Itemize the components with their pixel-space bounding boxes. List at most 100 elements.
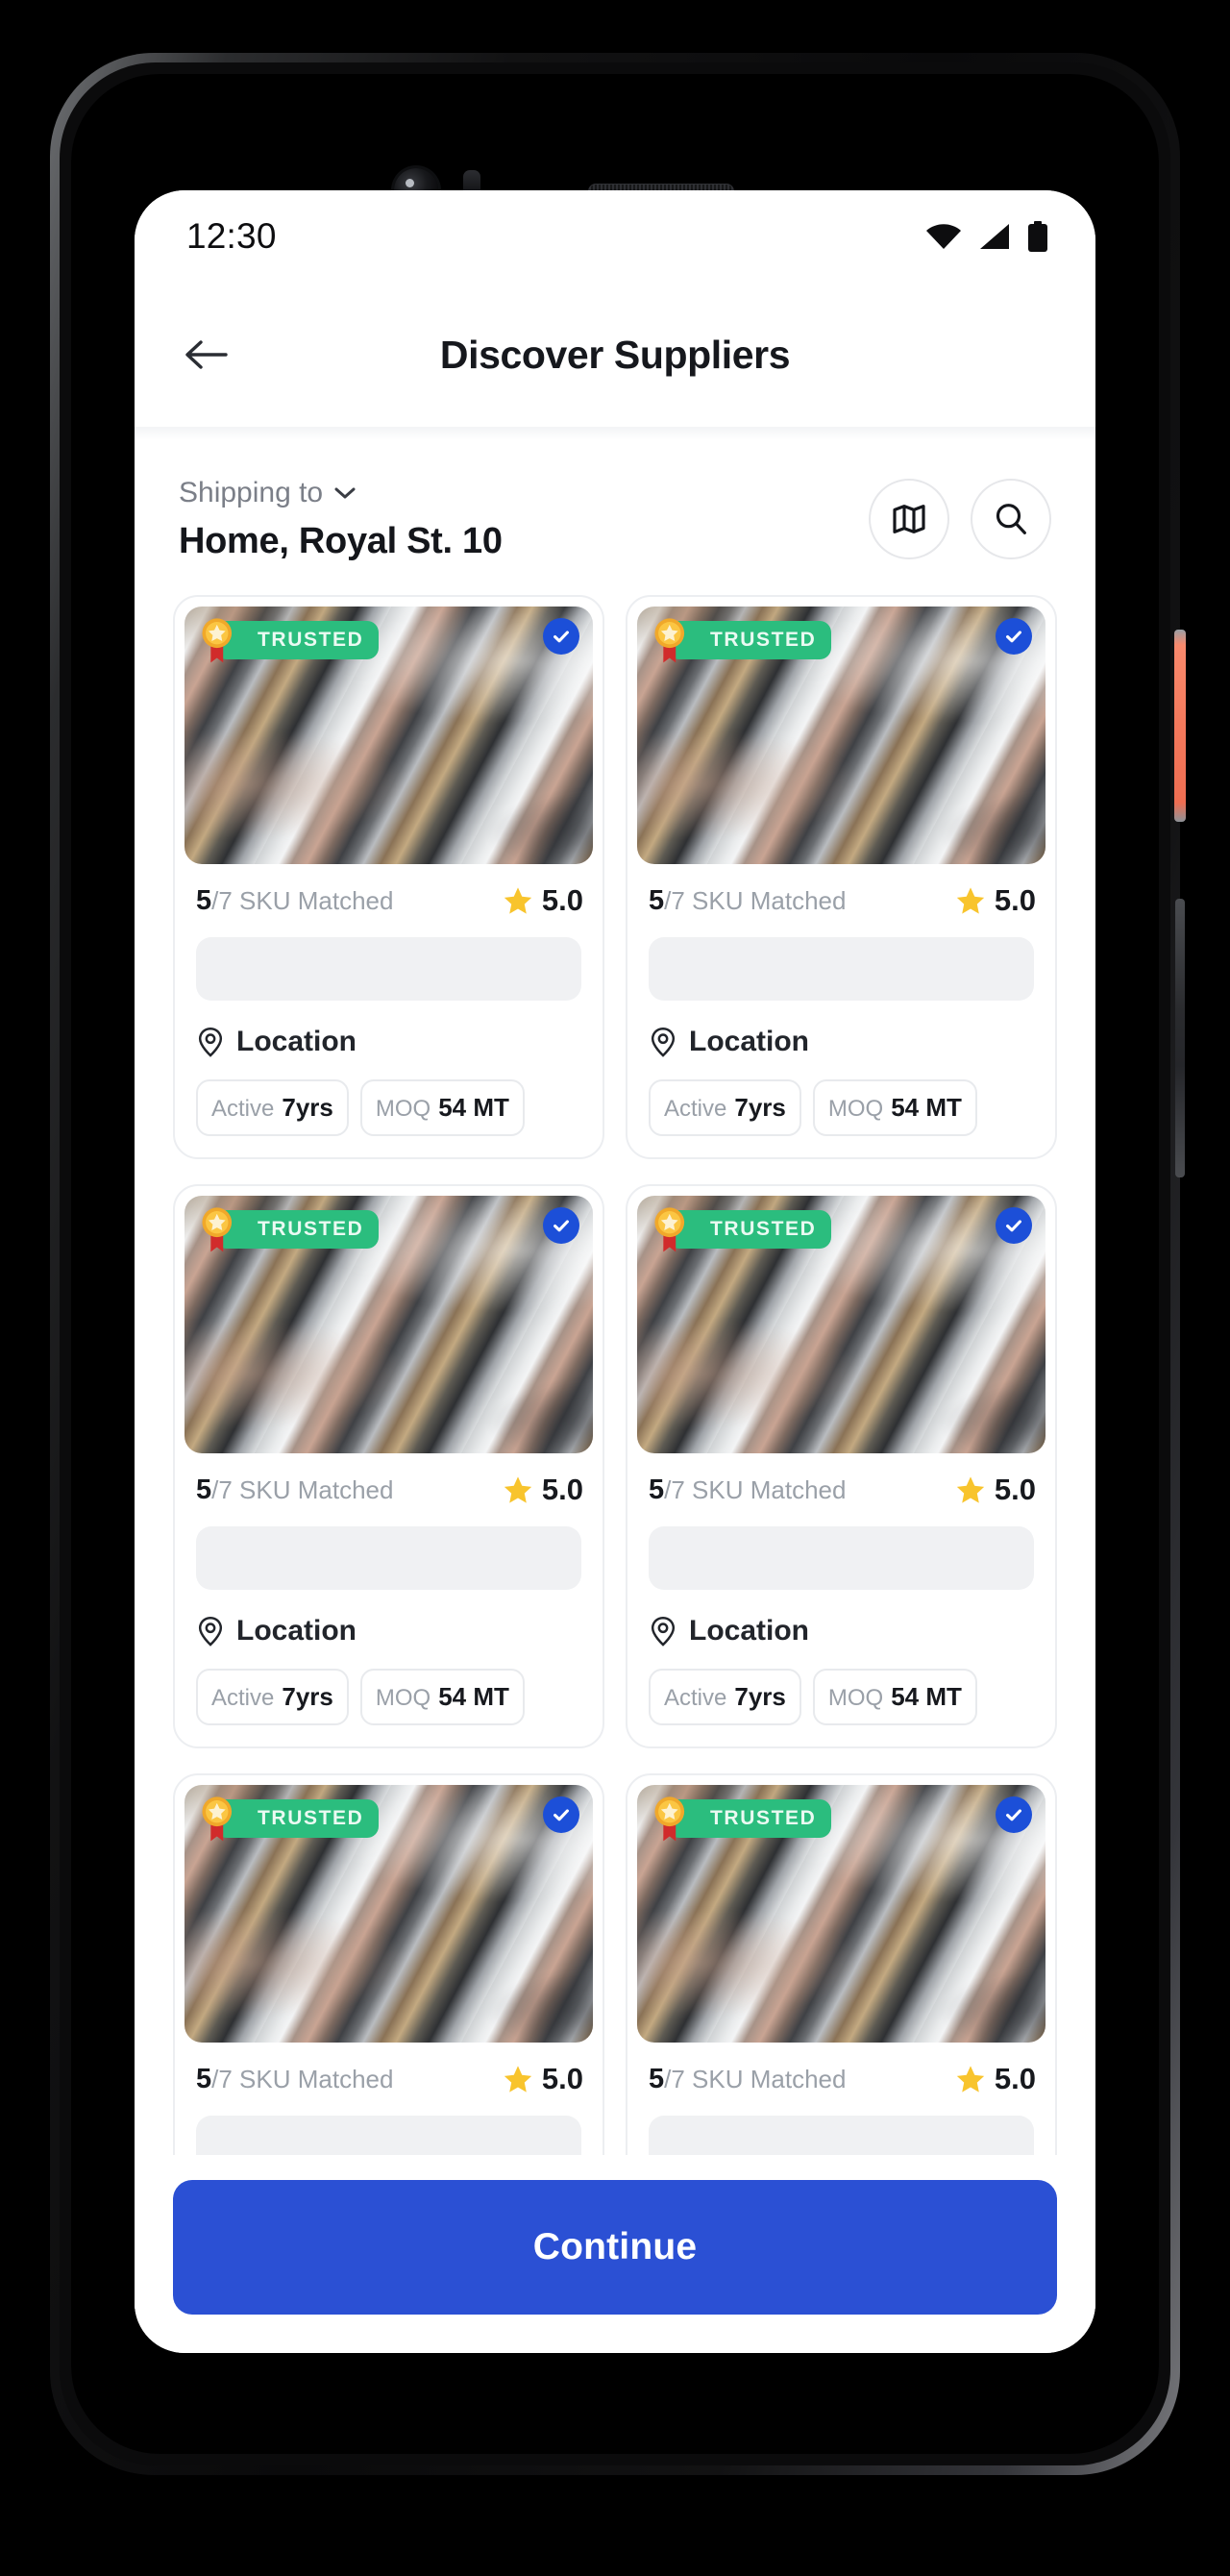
medal-star-icon bbox=[654, 1796, 685, 1842]
supplier-card[interactable]: TRUSTED 5/7 SKU Matched 5.0 bbox=[173, 1184, 604, 1748]
suppliers-grid: TRUSTED 5/7 SKU Matched 5.0 Location Act… bbox=[173, 595, 1057, 2310]
chip-active-value: 7yrs bbox=[282, 1682, 333, 1711]
trusted-badge: TRUSTED bbox=[196, 616, 380, 664]
continue-button[interactable]: Continue bbox=[173, 2180, 1057, 2315]
chip-moq[interactable]: MOQ 54 MT bbox=[359, 1669, 525, 1725]
location-label: Location bbox=[236, 1026, 357, 1057]
verified-check-icon bbox=[554, 1809, 569, 1821]
supplier-image: TRUSTED bbox=[637, 1785, 1046, 2043]
chip-moq[interactable]: MOQ 54 MT bbox=[812, 1079, 977, 1136]
shipping-to-label: Shipping to bbox=[179, 477, 324, 508]
chip-active[interactable]: Active 7yrs bbox=[649, 1079, 801, 1136]
supplier-chips-row: Active 7yrs MOQ 54 MT bbox=[627, 1647, 1055, 1725]
rating-value: 5.0 bbox=[994, 883, 1036, 917]
trusted-badge: TRUSTED bbox=[196, 1205, 380, 1253]
sku-matched-count: 5 bbox=[196, 2063, 212, 2094]
chip-moq-value: 54 MT bbox=[438, 1682, 509, 1711]
chip-moq-value: 54 MT bbox=[891, 1093, 962, 1122]
supplier-card[interactable]: TRUSTED 5/7 SKU Matched 5.0 bbox=[626, 1184, 1057, 1748]
screenshot-root: 12:30 Discover Suppliers Shipping to Hom… bbox=[0, 0, 1230, 2576]
map-pin-icon bbox=[651, 1616, 676, 1647]
chip-active-label: Active bbox=[211, 1096, 275, 1122]
bottom-action-bar: Continue bbox=[135, 2155, 1095, 2353]
supplier-card[interactable]: TRUSTED 5/7 SKU Matched 5.0 bbox=[173, 595, 604, 1159]
rating-block: 5.0 bbox=[954, 2062, 1036, 2096]
supplier-name-placeholder bbox=[196, 937, 581, 1001]
supplier-image: TRUSTED bbox=[184, 1785, 593, 2043]
location-label: Location bbox=[236, 1615, 357, 1647]
volume-button[interactable] bbox=[1175, 899, 1185, 1177]
supplier-image: TRUSTED bbox=[637, 607, 1046, 864]
arrow-left-icon bbox=[185, 340, 228, 369]
shipping-address: Home, Royal St. 10 bbox=[179, 521, 503, 561]
chip-moq-label: MOQ bbox=[827, 1096, 884, 1122]
shipping-section: Shipping to Home, Royal St. 10 bbox=[135, 440, 1095, 589]
supplier-image: TRUSTED bbox=[184, 607, 593, 864]
status-bar: 12:30 bbox=[135, 190, 1095, 283]
chip-moq-value: 54 MT bbox=[438, 1093, 509, 1122]
location-row: Location bbox=[627, 1590, 1055, 1647]
suppliers-scroll-area[interactable]: TRUSTED 5/7 SKU Matched 5.0 Location Act… bbox=[135, 589, 1095, 2310]
shipping-to-selector[interactable]: Shipping to bbox=[179, 477, 503, 509]
back-button[interactable] bbox=[175, 324, 236, 385]
sku-matched-count: 5 bbox=[649, 884, 665, 916]
chip-active-label: Active bbox=[664, 1685, 727, 1711]
chip-active-label: Active bbox=[664, 1096, 727, 1122]
supplier-meta-row: 5/7 SKU Matched 5.0 bbox=[175, 864, 603, 918]
rating-block: 5.0 bbox=[954, 1473, 1036, 1507]
medal-star-icon bbox=[654, 618, 685, 663]
star-icon bbox=[956, 887, 985, 914]
sku-total-label: /7 SKU Matched bbox=[211, 2064, 394, 2093]
sku-matched-text: 5/7 SKU Matched bbox=[196, 885, 393, 917]
status-time: 12:30 bbox=[186, 216, 277, 256]
trusted-badge: TRUSTED bbox=[649, 1795, 832, 1843]
chip-moq-label: MOQ bbox=[827, 1685, 884, 1711]
verified-badge bbox=[996, 1796, 1032, 1833]
chip-moq[interactable]: MOQ 54 MT bbox=[359, 1079, 525, 1136]
chip-active[interactable]: Active 7yrs bbox=[196, 1669, 349, 1725]
status-icons bbox=[924, 221, 1049, 252]
verified-check-icon bbox=[1006, 631, 1021, 643]
star-icon bbox=[956, 2066, 985, 2093]
trusted-badge: TRUSTED bbox=[649, 616, 832, 664]
sku-matched-count: 5 bbox=[649, 2063, 665, 2094]
verified-badge bbox=[543, 1207, 579, 1244]
search-icon bbox=[996, 504, 1026, 534]
verified-check-icon bbox=[554, 1220, 569, 1232]
chip-active[interactable]: Active 7yrs bbox=[649, 1669, 801, 1725]
supplier-card[interactable]: TRUSTED 5/7 SKU Matched 5.0 bbox=[626, 595, 1057, 1159]
star-icon bbox=[504, 1476, 532, 1503]
power-button[interactable] bbox=[1174, 630, 1186, 822]
sku-total-label: /7 SKU Matched bbox=[664, 2064, 847, 2093]
chip-moq[interactable]: MOQ 54 MT bbox=[812, 1669, 977, 1725]
verified-badge bbox=[543, 618, 579, 655]
phone-screen: 12:30 Discover Suppliers Shipping to Hom… bbox=[135, 190, 1095, 2353]
sku-matched-count: 5 bbox=[196, 884, 212, 916]
sku-matched-text: 5/7 SKU Matched bbox=[196, 2064, 393, 2095]
verified-badge bbox=[543, 1796, 579, 1833]
location-label: Location bbox=[689, 1026, 809, 1057]
cellular-signal-icon bbox=[980, 224, 1009, 249]
medal-star-icon bbox=[654, 1207, 685, 1252]
rating-block: 5.0 bbox=[502, 2062, 583, 2096]
location-row: Location bbox=[175, 1590, 603, 1647]
location-row: Location bbox=[175, 1001, 603, 1058]
map-button[interactable] bbox=[869, 479, 949, 559]
rating-value: 5.0 bbox=[541, 1473, 583, 1506]
sku-matched-text: 5/7 SKU Matched bbox=[649, 2064, 846, 2095]
chip-active[interactable]: Active 7yrs bbox=[196, 1079, 349, 1136]
rating-value: 5.0 bbox=[541, 2062, 583, 2095]
sku-matched-count: 5 bbox=[196, 1474, 212, 1505]
supplier-chips-row: Active 7yrs MOQ 54 MT bbox=[175, 1647, 603, 1725]
map-icon bbox=[893, 505, 925, 533]
supplier-meta-row: 5/7 SKU Matched 5.0 bbox=[175, 1453, 603, 1507]
rating-block: 5.0 bbox=[502, 1473, 583, 1507]
search-button[interactable] bbox=[971, 479, 1051, 559]
location-row: Location bbox=[627, 1001, 1055, 1058]
verified-badge bbox=[996, 618, 1032, 655]
star-icon bbox=[504, 2066, 532, 2093]
supplier-meta-row: 5/7 SKU Matched 5.0 bbox=[627, 2043, 1055, 2096]
trusted-badge: TRUSTED bbox=[196, 1795, 380, 1843]
app-header: Discover Suppliers bbox=[135, 283, 1095, 427]
star-icon bbox=[504, 887, 532, 914]
